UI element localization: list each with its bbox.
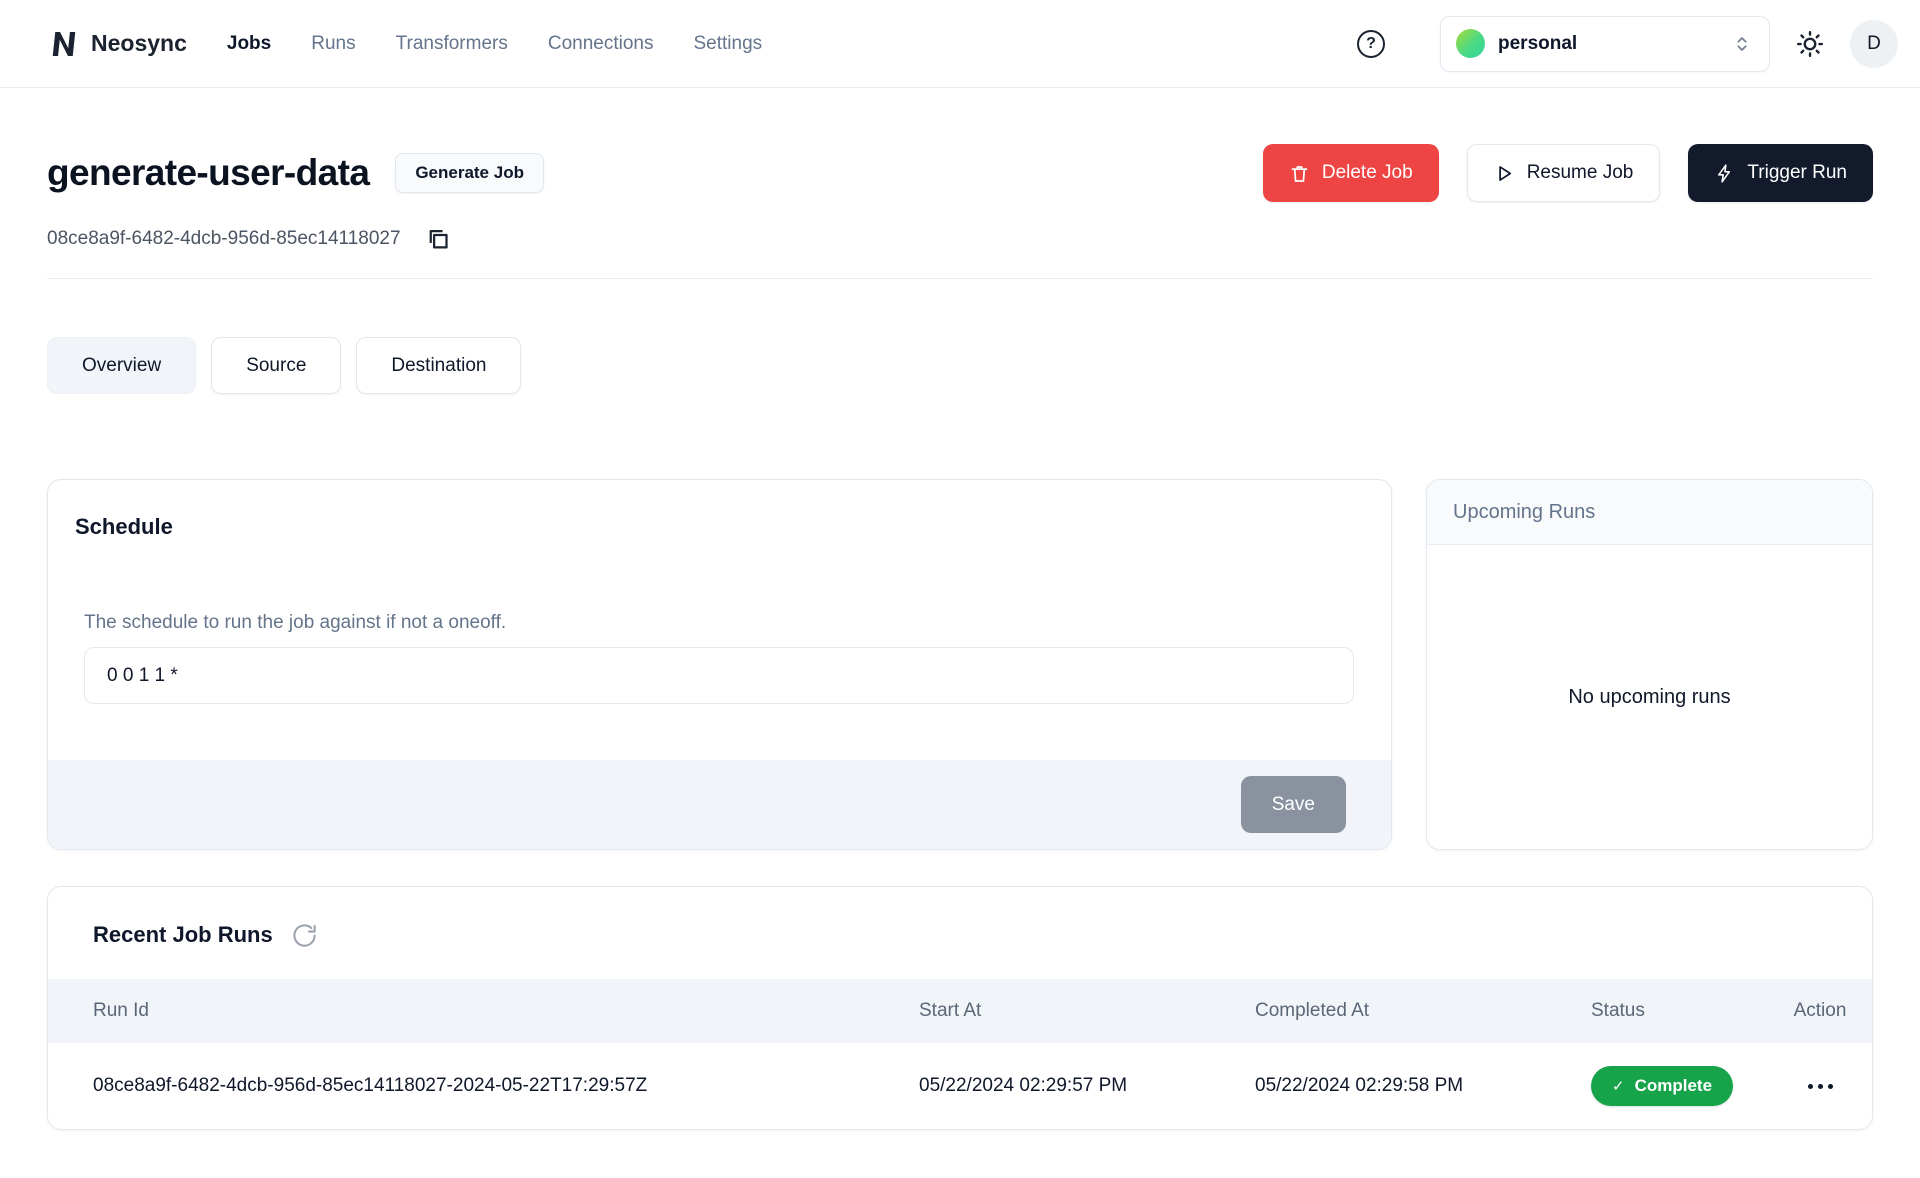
cell-run-id: 08ce8a9f-6482-4dcb-956d-85ec14118027-202… [48,1043,894,1129]
lightning-icon [1714,163,1735,184]
table-row[interactable]: 08ce8a9f-6482-4dcb-956d-85ec14118027-202… [48,1043,1872,1129]
tab-source[interactable]: Source [211,337,341,394]
brand-label: Neosync [91,30,187,57]
trash-icon [1289,163,1310,184]
job-type-badge: Generate Job [395,153,544,193]
nav-right: ? personal [1354,16,1898,72]
nav-item-settings[interactable]: Settings [693,33,762,55]
schedule-description: The schedule to run the job against if n… [84,612,1354,634]
refresh-button[interactable] [290,920,320,950]
upcoming-runs-card: Upcoming Runs No upcoming runs [1426,479,1873,850]
nav-item-jobs[interactable]: Jobs [227,33,271,55]
theme-toggle-button[interactable] [1792,26,1828,62]
nav-item-runs[interactable]: Runs [311,33,355,55]
play-icon [1494,163,1515,184]
tab-overview[interactable]: Overview [47,337,196,394]
job-id-row: 08ce8a9f-6482-4dcb-956d-85ec14118027 [47,224,1873,254]
page-title: generate-user-data [47,152,369,194]
column-completed-at: Completed At [1230,979,1566,1043]
delete-job-button[interactable]: Delete Job [1263,144,1439,202]
user-avatar[interactable]: D [1850,20,1898,68]
question-mark-icon: ? [1357,30,1385,58]
recent-job-runs-title: Recent Job Runs [93,922,273,948]
cell-action [1768,1043,1872,1129]
copy-icon [424,226,451,253]
main-content: generate-user-data Generate Job Delete J… [0,144,1920,1130]
column-start-at: Start At [894,979,1230,1043]
status-badge: ✓ Complete [1591,1066,1733,1106]
job-id: 08ce8a9f-6482-4dcb-956d-85ec14118027 [47,228,401,250]
refresh-icon [291,922,318,949]
app-root: Neosync Jobs Runs Transformers Connectio… [0,0,1920,1130]
brand[interactable]: Neosync [48,28,187,60]
recent-job-runs-card: Recent Job Runs Run Id Start At [47,886,1873,1130]
column-run-id: Run Id [48,979,894,1043]
recent-runs-table: Run Id Start At Completed At Status Acti… [48,979,1872,1129]
help-button[interactable]: ? [1354,27,1388,61]
nav-left: Neosync Jobs Runs Transformers Connectio… [48,28,762,60]
neosync-logo-icon [48,28,80,60]
cell-completed-at: 05/22/2024 02:29:58 PM [1230,1043,1566,1129]
schedule-card: Schedule The schedule to run the job aga… [47,479,1392,850]
page-header: generate-user-data Generate Job Delete J… [47,144,1873,202]
tab-bar: Overview Source Destination [47,337,1873,394]
schedule-card-footer: Save [48,760,1391,849]
resume-job-button[interactable]: Resume Job [1467,144,1661,202]
page-actions: Delete Job Resume Job [1263,144,1873,202]
check-icon: ✓ [1612,1077,1625,1095]
ellipsis-icon [1808,1084,1813,1089]
header-divider [47,278,1873,279]
row-actions-menu-button[interactable] [1798,1074,1843,1099]
sun-icon [1795,29,1825,59]
nav-item-connections[interactable]: Connections [548,33,654,55]
trigger-run-button[interactable]: Trigger Run [1688,144,1873,202]
top-nav: Neosync Jobs Runs Transformers Connectio… [0,0,1920,88]
nav-item-transformers[interactable]: Transformers [396,33,508,55]
workspace-select[interactable]: personal [1440,16,1770,72]
workspace-avatar [1456,29,1485,58]
cell-start-at: 05/22/2024 02:29:57 PM [894,1043,1230,1129]
chevron-up-down-icon [1731,33,1753,55]
upcoming-runs-header: Upcoming Runs [1427,480,1872,545]
nav-links: Jobs Runs Transformers Connections Setti… [227,33,762,55]
table-header-row: Run Id Start At Completed At Status Acti… [48,979,1872,1043]
schedule-card-title: Schedule [75,514,1355,540]
save-button[interactable]: Save [1241,776,1346,833]
no-upcoming-runs-message: No upcoming runs [1568,686,1730,709]
cron-schedule-input[interactable] [84,647,1354,704]
column-action: Action [1768,979,1872,1043]
column-status: Status [1566,979,1768,1043]
tab-destination[interactable]: Destination [356,337,521,394]
workspace-name: personal [1498,33,1577,55]
copy-job-id-button[interactable] [423,224,453,254]
overview-cards-row: Schedule The schedule to run the job aga… [47,479,1873,850]
cell-status: ✓ Complete [1566,1043,1768,1129]
